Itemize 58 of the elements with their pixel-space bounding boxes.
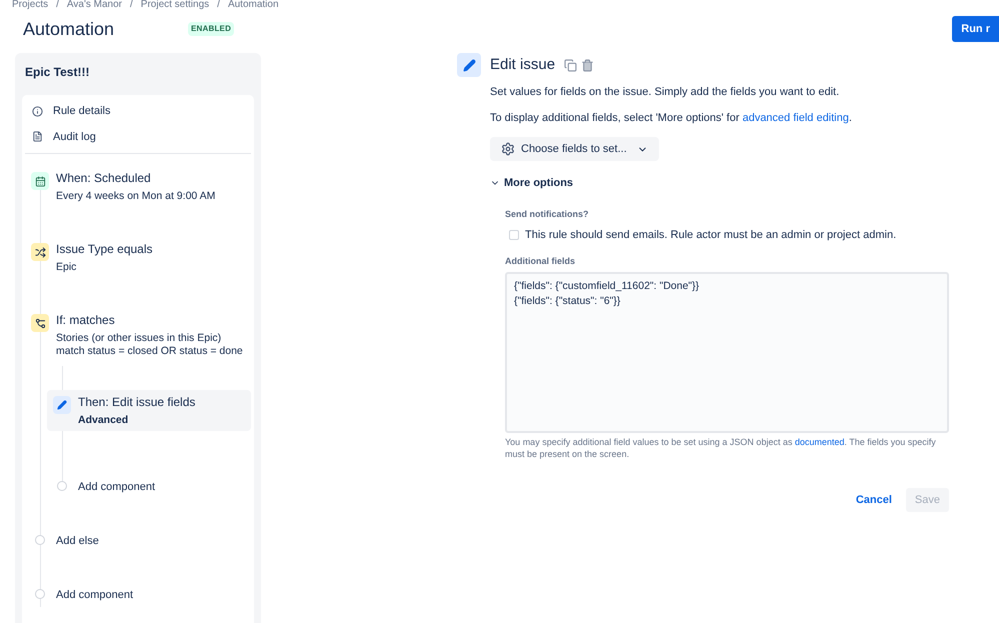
step-title: Issue Type equals bbox=[56, 241, 153, 257]
rule-step[interactable]: Then: Edit issue fields Advanced bbox=[47, 390, 251, 431]
breadcrumb-separator: / bbox=[56, 0, 59, 10]
step-detail: Epic bbox=[56, 261, 78, 274]
pencil-icon bbox=[457, 53, 481, 77]
field-label: Send notifications? bbox=[505, 208, 590, 220]
pencil-icon bbox=[53, 396, 71, 414]
cancel-button[interactable]: Cancel bbox=[854, 488, 894, 512]
breadcrumb-separator: / bbox=[217, 0, 220, 10]
add-node-icon bbox=[35, 535, 45, 545]
breadcrumb-separator: / bbox=[130, 0, 133, 10]
settings-icon bbox=[501, 142, 515, 156]
editor-description: Set values for fields on the issue. Simply add the fields you want to edit. bbox=[490, 85, 840, 100]
breadcrumb-link[interactable]: Project settings bbox=[140, 0, 210, 10]
editor-title: Edit issue bbox=[490, 54, 556, 75]
step-detail: Advanced bbox=[78, 414, 130, 427]
breadcrumb-link[interactable]: Projects bbox=[12, 0, 48, 10]
step-title: If: matches bbox=[56, 312, 116, 328]
step-title: When: Scheduled bbox=[56, 170, 152, 186]
rule-step[interactable]: When: Scheduled Every 4 weeks on Mon at 9:00 AM bbox=[25, 166, 251, 207]
checkbox-label: This rule should send emails. Rule actor must be an admin or project admin. bbox=[525, 228, 896, 243]
add-node-icon bbox=[57, 481, 67, 491]
shuffle-icon bbox=[31, 243, 49, 261]
add-step[interactable]: Add component bbox=[47, 475, 251, 499]
add-step[interactable]: Add component bbox=[25, 583, 251, 607]
documented-link[interactable]: documented bbox=[794, 437, 844, 447]
branch-icon bbox=[31, 314, 49, 332]
step-detail: Stories (or other issues in this Epic) match status = closed OR status = done bbox=[56, 332, 243, 358]
step-detail: Every 4 weeks on Mon at 9:00 AM bbox=[56, 190, 216, 203]
editor-hint: To display additional fields, select 'More options' for advanced field editing. bbox=[490, 110, 853, 126]
calendar-icon bbox=[31, 172, 49, 190]
field-label: Additional fields bbox=[505, 254, 576, 268]
sidebar-link[interactable]: Audit log bbox=[53, 128, 96, 145]
info-icon bbox=[32, 106, 43, 117]
breadcrumb-link[interactable]: Ava's Manor bbox=[66, 0, 122, 10]
copy-icon[interactable] bbox=[564, 58, 578, 72]
json-input-field[interactable]: {"fields": {"customfield_11602": "Done"}} {"fields": {"status": "6"}} bbox=[505, 272, 949, 433]
sidebar-link[interactable]: Rule details bbox=[53, 103, 110, 120]
step-title: Add else bbox=[56, 534, 99, 549]
breadcrumb-link[interactable]: Automation bbox=[228, 0, 279, 10]
rule-step[interactable]: If: matches Stories (or other issues in this Epic) match status = closed OR status = done bbox=[25, 308, 251, 362]
add-step[interactable]: Add else bbox=[25, 529, 251, 553]
document-icon bbox=[32, 131, 43, 142]
step-title: Then: Edit issue fields bbox=[78, 394, 196, 410]
checkbox[interactable] bbox=[509, 230, 519, 240]
step-title: Add component bbox=[78, 480, 156, 495]
step-title: Add component bbox=[56, 588, 134, 603]
advanced-editing-link[interactable]: advanced field editing bbox=[742, 112, 849, 124]
choose-fields-button[interactable]: Choose fields to set... bbox=[490, 137, 659, 161]
add-node-icon bbox=[35, 589, 45, 599]
page-title: Automation bbox=[23, 18, 116, 40]
rule-name: Epic Test!!! bbox=[24, 64, 90, 81]
rule-step[interactable]: Issue Type equals Epic bbox=[25, 237, 251, 278]
run-button[interactable]: Run r bbox=[952, 16, 999, 42]
more-options-toggle[interactable]: More options bbox=[490, 175, 574, 192]
status-badge: ENABLED bbox=[188, 22, 234, 36]
delete-icon[interactable] bbox=[581, 58, 594, 72]
help-text: You may specify additional field values to be set using a JSON object as documented. The fields you specify must be present on the screen. bbox=[505, 436, 937, 460]
